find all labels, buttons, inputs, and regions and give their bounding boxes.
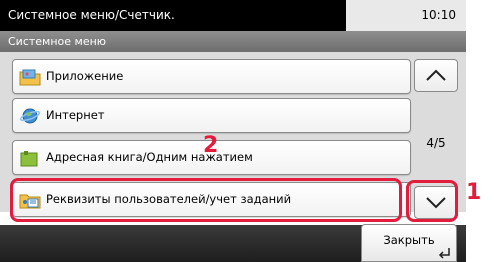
internet-globe-icon xyxy=(19,108,41,124)
callout-number-2: 2 xyxy=(203,133,219,158)
screen-subtitle: Системное меню xyxy=(0,31,466,52)
menu-item-application[interactable]: Приложение xyxy=(12,59,411,94)
title-bar: Системное меню/Счетчик. 10:10 xyxy=(0,0,466,31)
screen-title: Системное меню/Счетчик. xyxy=(0,0,346,31)
page-indicator: 4/5 xyxy=(426,136,446,150)
menu-item-label: Адресная книга/Одним нажатием xyxy=(46,150,253,164)
address-book-icon xyxy=(20,151,38,167)
enter-arrow-icon xyxy=(438,248,450,259)
scroll-up-button[interactable] xyxy=(414,59,458,92)
panel-screen: Системное меню/Счетчик. 10:10 Системное … xyxy=(0,0,466,262)
close-button-label: Закрыть xyxy=(383,233,435,247)
menu-item-label: Приложение xyxy=(46,69,124,83)
chevron-up-icon xyxy=(426,69,446,81)
close-button[interactable]: Закрыть xyxy=(361,224,457,262)
highlight-frame-scroll-button xyxy=(406,180,458,222)
menu-item-internet[interactable]: Интернет xyxy=(12,98,411,133)
callout-number-1: 1 xyxy=(466,180,482,205)
application-folder-icon xyxy=(19,69,41,86)
highlight-frame-menu-item xyxy=(10,178,402,222)
clock: 10:10 xyxy=(421,8,456,22)
menu-item-label: Интернет xyxy=(46,108,105,122)
